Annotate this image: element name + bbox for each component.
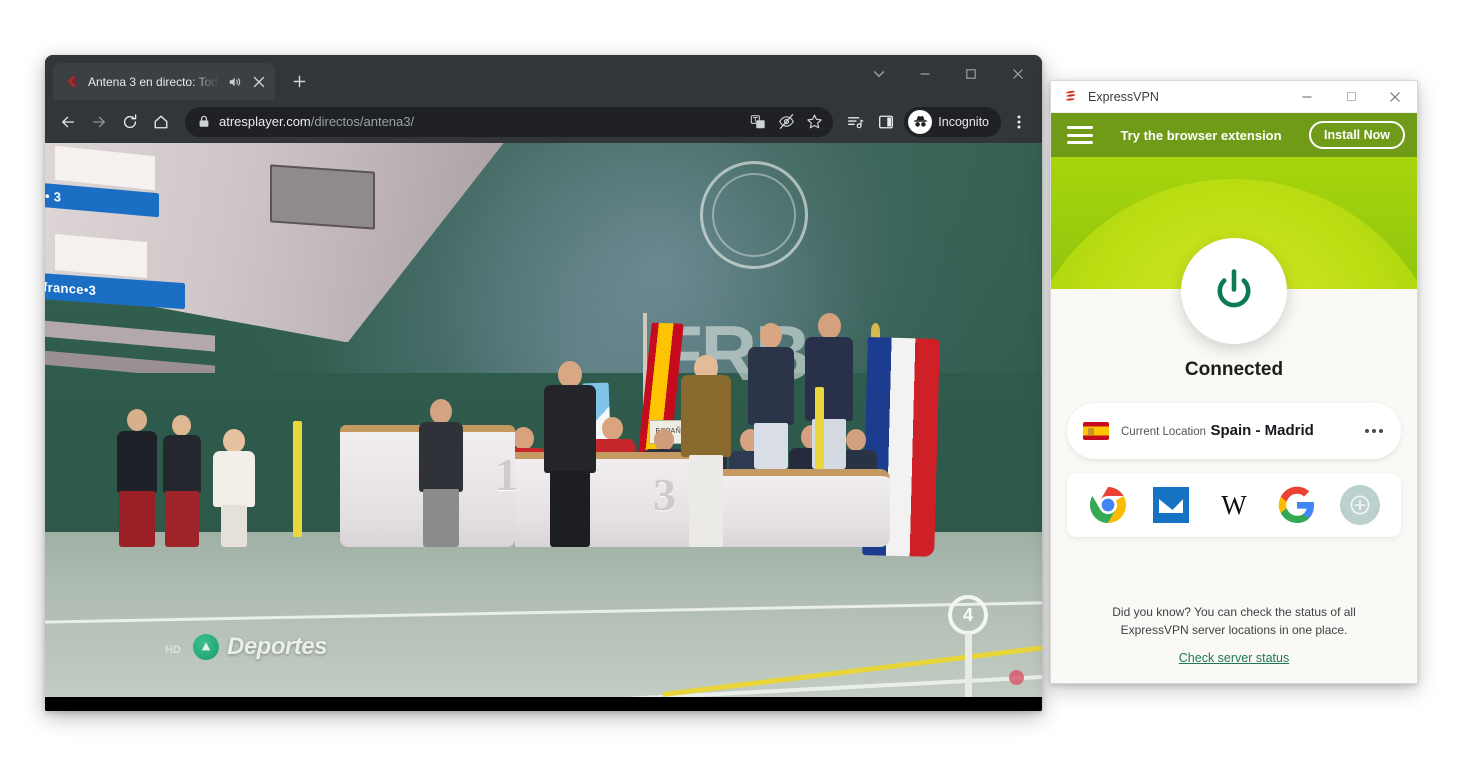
browser-extension-banner: Try the browser extension Install Now [1051,113,1417,157]
incognito-indicator[interactable]: Incognito [904,106,1001,137]
court-floor [45,532,1042,697]
svg-text:W: W [1221,490,1247,520]
translate-icon[interactable] [745,109,771,135]
google-icon[interactable] [1275,483,1319,527]
minimize-button[interactable] [902,55,948,93]
location-text: Current Location Spain - Madrid [1121,421,1349,441]
forward-arrow-icon[interactable] [84,107,114,137]
url-text: atresplayer.com/directos/antena3/ [219,114,737,129]
vpn-maximize-button[interactable] [1329,81,1373,113]
watermark-text: Deportes [227,633,328,660]
hamburger-menu-icon[interactable] [1067,126,1093,144]
tab-search-button[interactable] [856,55,902,93]
incognito-hat-icon [908,109,933,134]
omnibox-actions [745,109,827,135]
lock-icon [197,115,211,129]
window-controls [856,55,1042,93]
tab-title: Antena 3 en directo: Todas la [88,74,219,89]
screen: Antena 3 en directo: Todas la [0,0,1476,774]
atresplayer-favicon [64,74,80,90]
tip-line-2: ExpressVPN server locations in one place… [1120,623,1348,637]
home-icon[interactable] [146,107,176,137]
expressvpn-window: ExpressVPN Try the browser extension Ins… [1050,80,1418,684]
vpn-footer: Did you know? You can check the status o… [1051,603,1417,683]
hd-label: HD [165,644,181,656]
shortcuts-bar: W [1067,473,1401,537]
podium-number-3: 3 [653,469,676,520]
location-value: Spain - Madrid [1210,421,1314,439]
expressvpn-logo-icon [1062,88,1080,106]
reading-list-icon[interactable] [840,107,870,137]
hall-speaker [270,164,375,230]
channel-watermark: Deportes [193,633,328,661]
mail-envelope-icon[interactable] [1149,483,1193,527]
banner-text: Try the browser extension [1120,127,1282,143]
event-logo [700,161,808,269]
url-domain: atresplayer.com [219,114,311,129]
court-post [815,387,824,469]
connection-status: Connected [1184,359,1284,380]
eye-slash-icon[interactable] [773,109,799,135]
side-panel-icon[interactable] [871,107,901,137]
tip-line-1: Did you know? You can check the status o… [1112,605,1356,619]
three-dot-menu-icon[interactable] [1006,107,1032,137]
browser-tab[interactable]: Antena 3 en directo: Todas la [53,63,275,100]
wikipedia-icon: W [1212,483,1256,527]
install-now-button[interactable]: Install Now [1309,121,1405,149]
chrome-icon[interactable] [1086,483,1130,527]
player-corner-badge [1009,670,1024,685]
live-video-player[interactable]: • 3 france•3 FRB ESPAÑA [45,143,1042,697]
address-bar[interactable]: atresplayer.com/directos/antena3/ [185,106,834,137]
vpn-app-name: ExpressVPN [1088,89,1159,104]
reload-icon[interactable] [115,107,145,137]
back-arrow-icon[interactable] [53,107,83,137]
court-post [293,421,302,537]
location-label: Current Location [1121,425,1207,438]
court-marker-pole [965,633,972,697]
vpn-close-button[interactable] [1373,81,1417,113]
browser-toolbar: atresplayer.com/directos/antena3/ Incogn… [45,100,1042,143]
plus-circle-icon[interactable] [1338,483,1382,527]
check-server-status-link[interactable]: Check server status [1179,651,1289,665]
star-icon[interactable] [801,109,827,135]
page-viewport[interactable]: • 3 france•3 FRB ESPAÑA [45,143,1042,711]
vpn-minimize-button[interactable] [1285,81,1329,113]
current-location-card[interactable]: Current Location Spain - Madrid [1067,403,1401,459]
tab-strip: Antena 3 en directo: Todas la [45,55,1042,100]
deportes-logo-icon [193,634,219,660]
chrome-browser-window: Antena 3 en directo: Todas la [45,55,1042,711]
vpn-titlebar: ExpressVPN [1051,81,1417,113]
maximize-button[interactable] [948,55,994,93]
podium-number-1: 1 [495,449,518,500]
url-path: /directos/antena3/ [310,114,415,129]
court-marker-number: 4 [948,595,988,635]
video-letterbox [45,697,1042,711]
close-button[interactable] [994,55,1042,93]
spain-flag-icon [1083,422,1109,440]
court-marker-4: 4 [948,595,988,697]
new-tab-button[interactable] [285,67,313,95]
incognito-label: Incognito [938,114,989,129]
power-button-icon[interactable] [1181,238,1287,344]
tab-close-icon[interactable] [251,74,267,90]
speaker-playing-icon[interactable] [227,74,243,90]
more-options-icon[interactable] [1361,429,1387,433]
